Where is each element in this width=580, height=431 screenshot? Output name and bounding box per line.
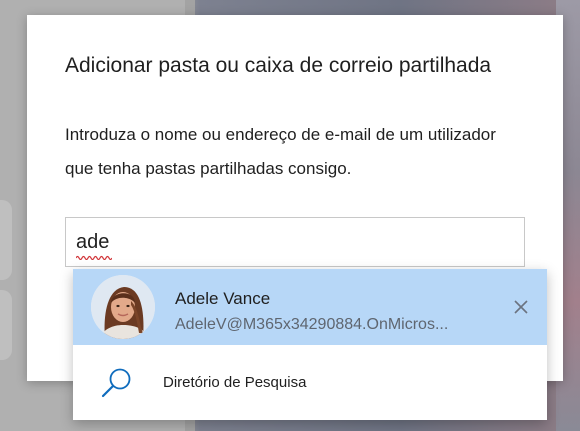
search-icon	[101, 368, 131, 398]
suggestion-person-adele-vance[interactable]: Adele Vance AdeleV@M365x34290884.OnMicro…	[73, 269, 547, 345]
dialog-description-line: Introduza o nome ou endereço de e-mail d…	[65, 125, 496, 144]
person-email: AdeleV@M365x34290884.OnMicros...	[175, 316, 449, 333]
dialog-description-line: que tenha pastas partilhadas consigo.	[65, 159, 352, 178]
suggestions-dropdown: Adele Vance AdeleV@M365x34290884.OnMicro…	[73, 269, 547, 420]
user-search-input[interactable]	[76, 228, 506, 256]
search-directory-option[interactable]: Diretório de Pesquisa	[73, 345, 547, 420]
person-name: Adele Vance	[175, 289, 271, 308]
user-search-box[interactable]	[65, 217, 525, 267]
background-rounded-control	[0, 290, 12, 360]
search-directory-label: Diretório de Pesquisa	[163, 374, 307, 391]
person-photo	[91, 275, 155, 339]
spellcheck-squiggle	[76, 255, 112, 260]
close-icon[interactable]	[509, 295, 533, 319]
background-rounded-control	[0, 200, 12, 280]
dialog-title: Adicionar pasta ou caixa de correio part…	[65, 54, 492, 77]
dialog-description: Introduza o nome ou endereço de e-mail d…	[65, 118, 535, 186]
avatar-image	[91, 275, 155, 339]
